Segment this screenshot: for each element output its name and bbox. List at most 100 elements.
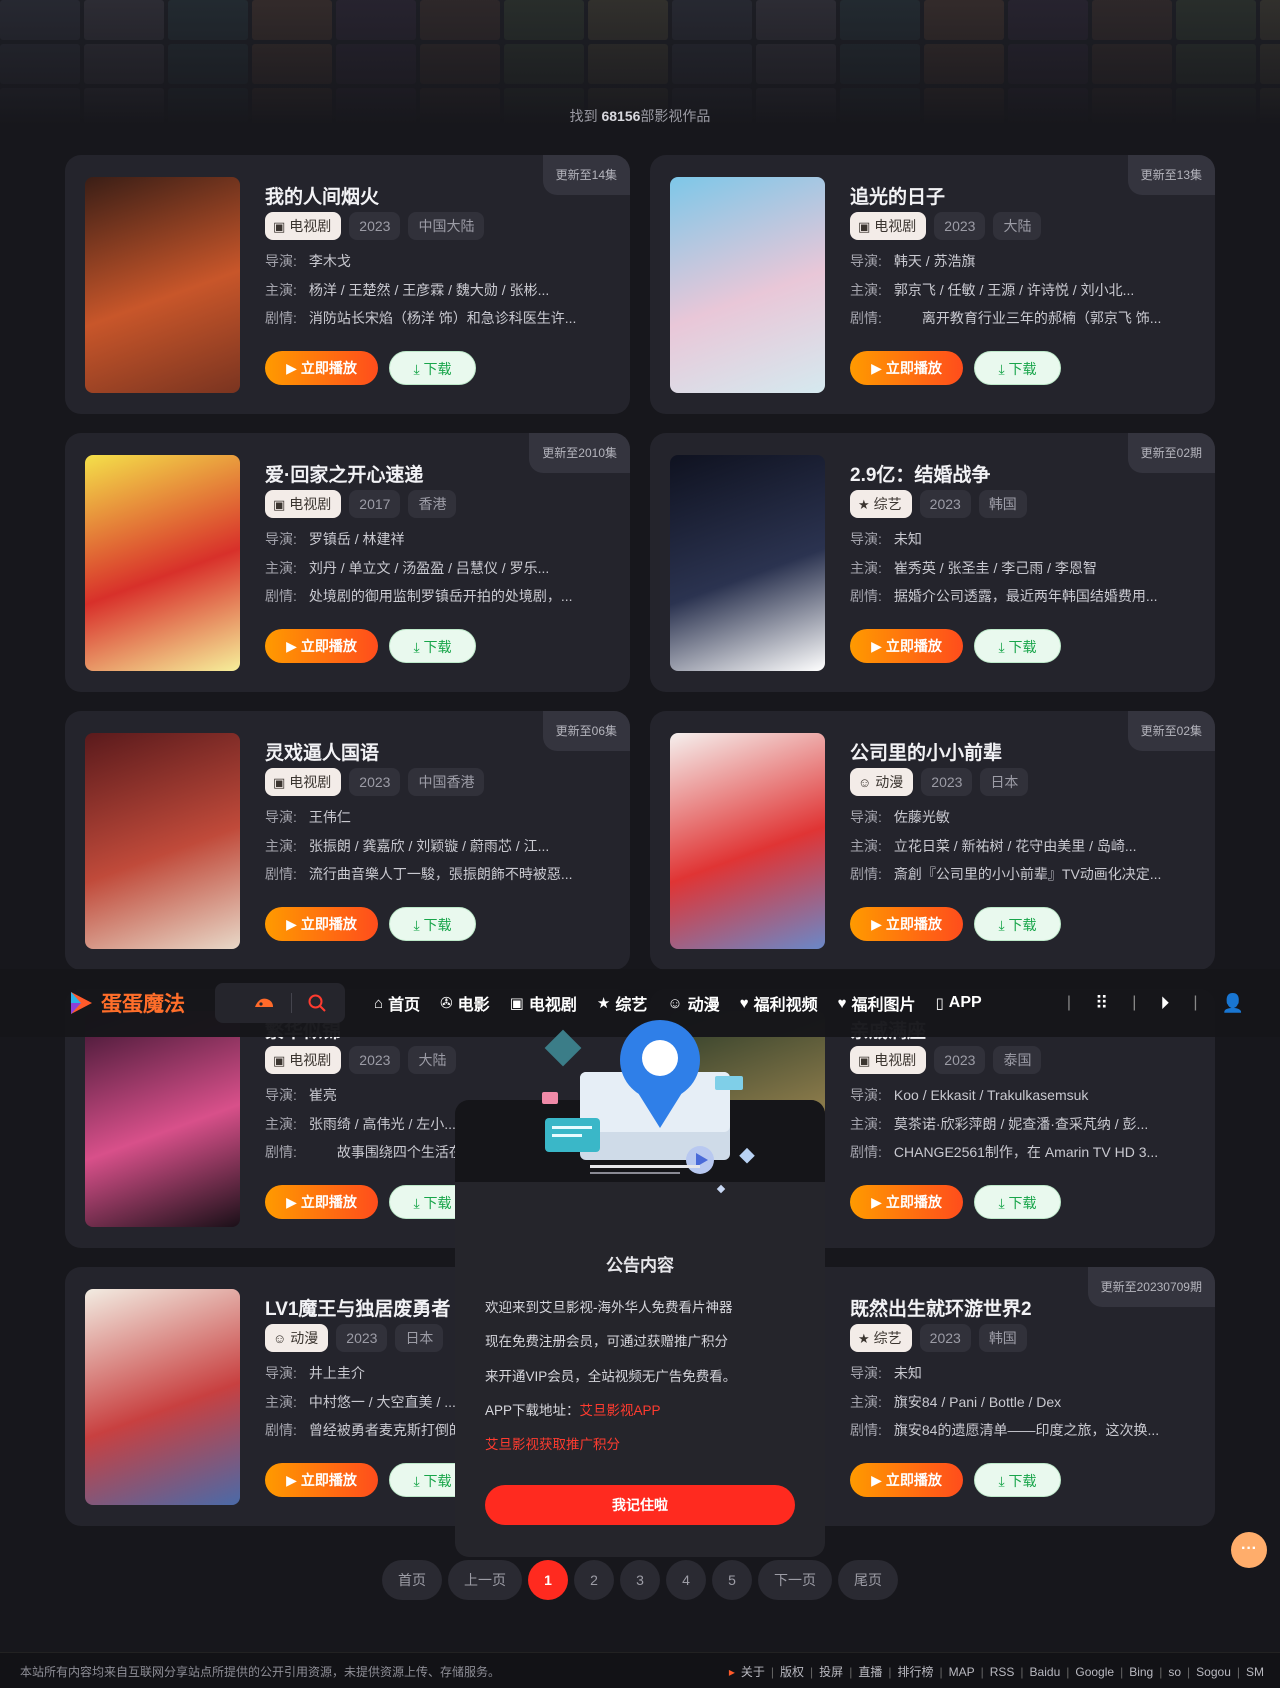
search-icon[interactable] bbox=[307, 993, 327, 1013]
video-title[interactable]: LV1魔王与独居废勇者 bbox=[265, 1294, 450, 1321]
poster-image[interactable] bbox=[670, 455, 825, 671]
type-tag[interactable]: ☺ 动漫 bbox=[850, 768, 914, 796]
footer-link[interactable]: 版权 bbox=[780, 1663, 804, 1680]
director-value[interactable]: 李木戈 bbox=[309, 253, 351, 269]
video-title[interactable]: 2.9亿：结婚战争 bbox=[850, 460, 990, 487]
type-tag[interactable]: ★ 综艺 bbox=[850, 490, 912, 518]
poster-image[interactable] bbox=[85, 1289, 240, 1505]
type-tag[interactable]: ▣ 电视剧 bbox=[850, 1046, 927, 1074]
footer-link[interactable]: MAP bbox=[949, 1665, 975, 1679]
download-button[interactable]: ⤓ 下载 bbox=[974, 351, 1061, 385]
app-download-link[interactable]: 艾旦影视APP bbox=[580, 1403, 661, 1418]
download-button[interactable]: ⤓ 下载 bbox=[389, 629, 476, 663]
video-title[interactable]: 追光的日子 bbox=[850, 182, 945, 209]
grid-menu-icon[interactable]: ⠿ bbox=[1095, 993, 1108, 1014]
play-now-button[interactable]: ▶ 立即播放 bbox=[265, 629, 378, 663]
type-tag[interactable]: ▣ 电视剧 bbox=[850, 212, 927, 240]
user-icon[interactable]: 👤 bbox=[1222, 993, 1244, 1014]
poster-image[interactable] bbox=[85, 455, 240, 671]
actors-value[interactable]: 杨洋 / 王楚然 / 王彦霖 / 魏大勋 / 张彬... bbox=[309, 282, 549, 298]
footer-link[interactable]: Google bbox=[1075, 1665, 1114, 1679]
site-logo[interactable]: 蛋蛋魔法 bbox=[67, 988, 185, 1018]
footer-link[interactable]: 关于 bbox=[741, 1663, 765, 1680]
region-tag[interactable]: 大陆 bbox=[993, 212, 1042, 240]
search-box[interactable] bbox=[215, 983, 345, 1023]
region-tag[interactable]: 韩国 bbox=[978, 1324, 1027, 1352]
director-value[interactable]: 未知 bbox=[894, 1365, 922, 1381]
poster-image[interactable] bbox=[85, 733, 240, 949]
poster-image[interactable] bbox=[670, 733, 825, 949]
promo-points-link[interactable]: 艾旦影视获取推广积分 bbox=[485, 1437, 620, 1452]
video-card[interactable]: 更新至06集 灵戏逼人国语 ▣ 电视剧 2023 中国香港 导演: 王伟仁 主演: 张… bbox=[65, 711, 630, 970]
video-title[interactable]: 既然出生就环游世界2 bbox=[850, 1294, 1032, 1321]
year-tag[interactable]: 2023 bbox=[336, 1324, 388, 1352]
year-tag[interactable]: 2017 bbox=[349, 490, 401, 518]
more-options-button[interactable]: ··· bbox=[1231, 1532, 1267, 1568]
year-tag[interactable]: 2023 bbox=[349, 768, 401, 796]
footer-link[interactable]: RSS bbox=[990, 1665, 1015, 1679]
history-play-icon[interactable]: ⏵ bbox=[1160, 993, 1169, 1014]
region-tag[interactable]: 韩国 bbox=[978, 490, 1027, 518]
video-title[interactable]: 我的人间烟火 bbox=[265, 182, 379, 209]
director-value[interactable]: Koo / Ekkasit / Trakulkasemsuk bbox=[894, 1087, 1089, 1103]
play-now-button[interactable]: ▶ 立即播放 bbox=[850, 629, 963, 663]
play-now-button[interactable]: ▶ 立即播放 bbox=[265, 351, 378, 385]
nav-item[interactable]: ⌂ 首页 bbox=[374, 991, 420, 1015]
nav-item[interactable]: ♥ 福利图片 bbox=[838, 991, 916, 1015]
play-now-button[interactable]: ▶ 立即播放 bbox=[850, 1185, 963, 1219]
footer-link[interactable]: Sogou bbox=[1196, 1665, 1231, 1679]
region-tag[interactable]: 日本 bbox=[980, 768, 1029, 796]
last-page-button[interactable]: 尾页 bbox=[838, 1560, 898, 1600]
year-tag[interactable]: 2023 bbox=[934, 212, 986, 240]
first-page-button[interactable]: 首页 bbox=[382, 1560, 442, 1600]
poster-image[interactable] bbox=[85, 1011, 240, 1227]
video-title[interactable]: 公司里的小小前辈 bbox=[850, 738, 1002, 765]
category-icon[interactable] bbox=[253, 993, 275, 1013]
director-value[interactable]: 佐藤光敏 bbox=[894, 809, 950, 825]
actors-value[interactable]: 中村悠一 / 大空直美 / ... bbox=[309, 1394, 456, 1410]
download-button[interactable]: ⤓ 下载 bbox=[974, 629, 1061, 663]
region-tag[interactable]: 泰国 bbox=[993, 1046, 1042, 1074]
actors-value[interactable]: 莫茶诺·欣彩萍朗 / 妮查潘·查采芃纳 / 彭... bbox=[894, 1116, 1148, 1132]
type-tag[interactable]: ▣ 电视剧 bbox=[265, 490, 342, 518]
region-tag[interactable]: 中国大陆 bbox=[408, 212, 485, 240]
director-value[interactable]: 井上圭介 bbox=[309, 1365, 365, 1381]
play-now-button[interactable]: ▶ 立即播放 bbox=[850, 351, 963, 385]
video-card[interactable]: 更新至02期 2.9亿：结婚战争 ★ 综艺 2023 韩国 导演: 未知 主演: 崔秀… bbox=[650, 433, 1215, 692]
type-tag[interactable]: ☺ 动漫 bbox=[265, 1324, 329, 1352]
prev-page-button[interactable]: 上一页 bbox=[448, 1560, 522, 1600]
year-tag[interactable]: 2023 bbox=[934, 1046, 986, 1074]
poster-image[interactable] bbox=[670, 177, 825, 393]
region-tag[interactable]: 香港 bbox=[408, 490, 457, 518]
director-value[interactable]: 罗镇岳 / 林建祥 bbox=[309, 531, 405, 547]
dismiss-notice-button[interactable]: 我记住啦 bbox=[485, 1485, 795, 1525]
page-number[interactable]: 3 bbox=[620, 1560, 660, 1600]
footer-link[interactable]: 排行榜 bbox=[897, 1663, 933, 1680]
page-number[interactable]: 1 bbox=[528, 1560, 568, 1600]
region-tag[interactable]: 中国香港 bbox=[408, 768, 485, 796]
video-card[interactable]: 更新至02集 公司里的小小前辈 ☺ 动漫 2023 日本 导演: 佐藤光敏 主演: 立… bbox=[650, 711, 1215, 970]
download-button[interactable]: ⤓ 下载 bbox=[389, 907, 476, 941]
download-button[interactable]: ⤓ 下载 bbox=[974, 907, 1061, 941]
page-number[interactable]: 4 bbox=[666, 1560, 706, 1600]
nav-item[interactable]: ✇ 电影 bbox=[440, 991, 490, 1015]
type-tag[interactable]: ★ 综艺 bbox=[850, 1324, 912, 1352]
footer-link[interactable]: Bing bbox=[1129, 1665, 1153, 1679]
play-now-button[interactable]: ▶ 立即播放 bbox=[850, 907, 963, 941]
director-value[interactable]: 未知 bbox=[894, 531, 922, 547]
download-button[interactable]: ⤓ 下载 bbox=[974, 1463, 1061, 1497]
director-value[interactable]: 韩天 / 苏浩旗 bbox=[894, 253, 976, 269]
footer-link[interactable]: 投屏 bbox=[819, 1663, 843, 1680]
poster-image[interactable] bbox=[85, 177, 240, 393]
year-tag[interactable]: 2023 bbox=[349, 212, 401, 240]
director-value[interactable]: 崔亮 bbox=[309, 1087, 337, 1103]
play-now-button[interactable]: ▶ 立即播放 bbox=[850, 1463, 963, 1497]
page-number[interactable]: 2 bbox=[574, 1560, 614, 1600]
download-button[interactable]: ⤓ 下载 bbox=[974, 1185, 1061, 1219]
play-now-button[interactable]: ▶ 立即播放 bbox=[265, 1463, 378, 1497]
play-now-button[interactable]: ▶ 立即播放 bbox=[265, 1185, 378, 1219]
actors-value[interactable]: 张雨绮 / 高伟光 / 左小... bbox=[309, 1116, 456, 1132]
actors-value[interactable]: 郭京飞 / 任敏 / 王源 / 许诗悦 / 刘小北... bbox=[894, 282, 1134, 298]
director-value[interactable]: 王伟仁 bbox=[309, 809, 351, 825]
video-title[interactable]: 爱·回家之开心速递 bbox=[265, 460, 423, 487]
